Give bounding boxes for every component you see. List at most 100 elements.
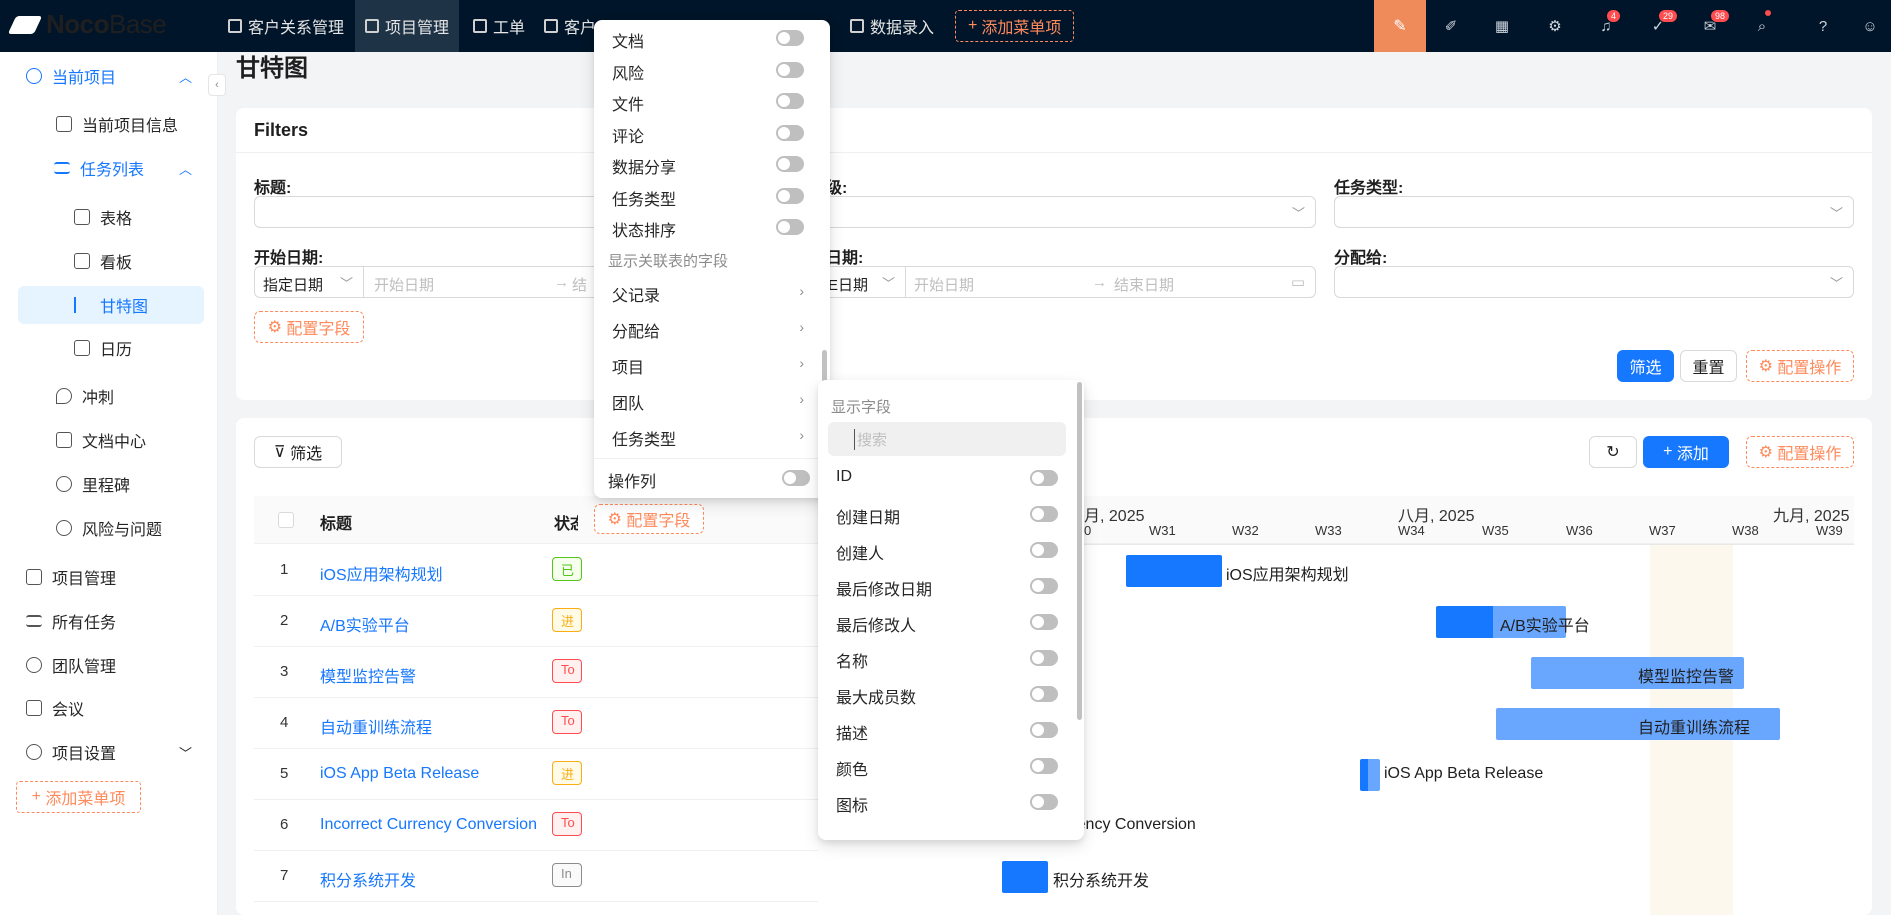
field-toggle-item[interactable]: 文件 [594,91,830,119]
sidebar-item-team[interactable]: 团队管理 [0,645,218,685]
app-logo[interactable]: NocoBase [10,9,167,40]
gantt-bar[interactable] [1126,555,1222,587]
toggle-switch[interactable] [782,470,810,486]
task-title-link[interactable]: iOS App Beta Release [320,765,479,783]
help-icon[interactable]: ? [1813,16,1833,36]
sidebar-item-task-list[interactable]: 任务列表 ︿ [0,148,218,188]
field-toggle-item[interactable]: 最后修改日期 [818,574,1073,602]
sidebar-item-project-settings[interactable]: 项目设置 ﹀ [0,732,218,772]
sidebar-item-project-mgmt[interactable]: 项目管理 [0,557,218,597]
filter-submit-button[interactable]: 筛选 [1617,350,1674,382]
bell-icon[interactable]: ♫ 4 [1596,9,1622,36]
sidebar-item-project-info[interactable]: 当前项目信息 [0,104,218,144]
select-all-checkbox[interactable] [278,512,294,528]
toggle-switch[interactable] [1030,506,1058,522]
toggle-switch[interactable] [776,188,804,204]
assignee-filter-select[interactable]: ﹀ [1334,266,1854,298]
task-title-link[interactable]: iOS应用架构规划 [320,561,443,585]
relation-field-item[interactable]: 分配给 › [594,318,830,346]
submenu-search-input[interactable]: 搜索 [828,422,1066,456]
sidebar-item-all-tasks[interactable]: 所有任务 [0,601,218,641]
toggle-switch[interactable] [1030,470,1058,486]
field-toggle-item[interactable]: 评论 [594,123,830,151]
sidebar-item-sprint[interactable]: 冲刺 [0,376,218,416]
user-icon[interactable]: ☺ [1860,16,1880,36]
field-toggle-item[interactable]: 颜色 [818,754,1073,782]
field-toggle-item[interactable]: 数据分享 [594,154,830,182]
table-row[interactable]: 3 模型监控告警 To [254,647,818,698]
table-configure-fields-button[interactable]: ⚙ 配置字段 [594,504,704,534]
toggle-switch[interactable] [1030,614,1058,630]
task-title-link[interactable]: Incorrect Currency Conversion [320,816,537,834]
field-toggle-item[interactable]: 创建人 [818,538,1073,566]
sidebar-item-calendar[interactable]: 日历 [0,328,218,368]
topmenu-ticket[interactable]: 工单 [463,0,535,52]
field-toggle-item[interactable]: 任务类型 [594,186,830,214]
sidebar-item-meeting[interactable]: 会议 [0,688,218,728]
add-record-button[interactable]: + 添加 [1643,436,1729,468]
field-toggle-item[interactable]: 最后修改人 [818,610,1073,638]
sidebar-item-milestones[interactable]: 里程碑 [0,464,218,504]
toggle-switch[interactable] [1030,542,1058,558]
gantt-bar[interactable] [1002,861,1048,893]
ui-editor-button[interactable]: ✎ [1374,0,1426,52]
sidebar-item-table[interactable]: 表格 [0,197,218,237]
action-column-toggle[interactable]: 操作列 [594,468,830,496]
toggle-switch[interactable] [776,30,804,46]
field-toggle-item[interactable]: ID [818,466,1073,494]
table-row[interactable]: 7 积分系统开发 In [254,851,818,902]
priority-filter-select[interactable]: ﹀ [826,196,1316,228]
table-row[interactable]: 6 Incorrect Currency Conversion To [254,800,818,851]
collapse-sidebar-button[interactable]: ‹ [208,74,226,96]
table-filter-button[interactable]: ⊽ 筛选 [254,436,342,468]
table-row[interactable]: 2 A/B实验平台 进 [254,596,818,647]
toggle-switch[interactable] [1030,650,1058,666]
sidebar-item-current-project[interactable]: 当前项目 ︿ [0,56,218,96]
task-title-link[interactable]: 自动重训练流程 [320,714,432,738]
topmenu-crm[interactable]: 客户关系管理 [218,0,354,52]
toggle-switch[interactable] [1030,722,1058,738]
topmenu-project[interactable]: 项目管理 [355,0,460,52]
end-date-range-input[interactable]: 开始日期 → 结束日期 ▭ [906,266,1316,298]
settings-icon[interactable]: ⚙ [1545,16,1565,36]
table-configure-actions-button[interactable]: ⚙ 配置操作 [1746,436,1854,468]
toggle-switch[interactable] [776,156,804,172]
task-title-link[interactable]: A/B实验平台 [320,612,410,636]
search-icon[interactable]: ⌕ [1752,9,1772,36]
toggle-switch[interactable] [776,125,804,141]
column-header-title[interactable]: 标题 [320,510,352,534]
end-date-mode-select[interactable]: E日期 ﹀ [826,266,906,298]
check-circle-icon[interactable]: ✓ 29 [1648,9,1679,36]
table-row[interactable]: 1 iOS应用架构规划 已 [254,545,818,596]
start-date-range-input[interactable]: 开始日期 → 结 [364,266,604,298]
sidebar-item-docs[interactable]: 文档中心 [0,420,218,460]
configure-fields-button[interactable]: ⚙ 配置字段 [254,311,364,343]
field-toggle-item[interactable]: 最大成员数 [818,682,1073,710]
table-row[interactable]: 5 iOS App Beta Release 进 [254,749,818,800]
sidebar-item-gantt[interactable]: 甘特图 [0,285,218,325]
relation-field-item[interactable]: 任务类型 › [594,426,830,454]
toggle-switch[interactable] [1030,686,1058,702]
toggle-switch[interactable] [1030,578,1058,594]
relation-field-item[interactable]: 父记录 › [594,282,830,310]
task-title-link[interactable]: 模型监控告警 [320,663,416,687]
gantt-bar[interactable] [1360,759,1380,791]
table-row[interactable]: 4 自动重训练流程 To [254,698,818,749]
field-toggle-item[interactable]: 描述 [818,718,1073,746]
toggle-switch[interactable] [776,219,804,235]
sidebar-item-risks[interactable]: 风险与问题 [0,508,218,548]
title-filter-input[interactable] [254,196,604,228]
field-toggle-item[interactable]: 名称 [818,646,1073,674]
toggle-switch[interactable] [1030,794,1058,810]
refresh-button[interactable]: ↻ [1589,436,1637,468]
apps-grid-icon[interactable]: ▦ [1492,16,1512,36]
relation-field-item[interactable]: 团队 › [594,390,830,418]
toggle-switch[interactable] [776,62,804,78]
submenu-scrollbar[interactable] [1077,382,1082,720]
field-toggle-item[interactable]: 风险 [594,60,830,88]
mail-icon[interactable]: ✉ 98 [1700,9,1731,36]
add-menu-item-button[interactable]: + 添加菜单项 [955,10,1075,42]
task-title-link[interactable]: 积分系统开发 [320,867,416,891]
toggle-switch[interactable] [776,93,804,109]
sidebar-add-menu-button[interactable]: + 添加菜单项 [16,781,141,813]
